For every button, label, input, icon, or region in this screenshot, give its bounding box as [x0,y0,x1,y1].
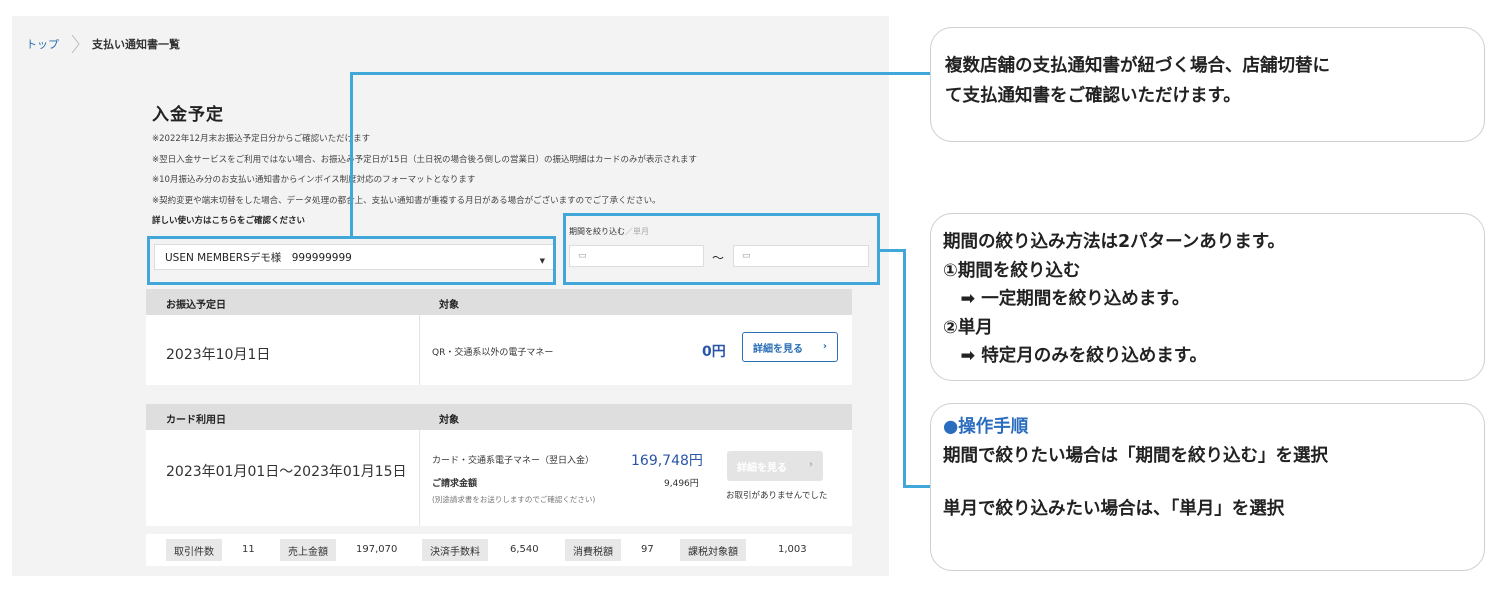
stat-label: 消費税額 [565,539,621,561]
stat-label: 決済手数料 [422,539,488,561]
note-item: ※10月振込み分のお支払い通知書からインボイス制度対応のフォーマットとなります [152,175,476,185]
usage-date-range: 2023年01月01日～2023年01月15日 [166,464,407,480]
connector-line [350,72,930,75]
chevron-right-icon: › [822,341,827,352]
callout-line: 期間で絞りたい場合は「期間を絞り込む」を選択 [943,446,1328,466]
breadcrumb-current: 支払い通知書一覧 [92,38,180,51]
card-body: 2023年01月01日～2023年01月15日 カード・交通系電子マネー（翌日入… [146,430,852,526]
callout-line: ②単月 [943,317,993,338]
callout-line: ➡ 特定月のみを絞り込めます。 [943,346,1208,366]
stat-label: 課税対象額 [680,539,746,561]
note-item: ※翌日入金サービスをご利用ではない場合、お振込み予定日が15日（土日祝の場合後ろ… [152,154,697,165]
billing-note: (別途請求書をお送りしますのでご確認ください) [432,495,596,504]
card-usage-card: カード利用日 対象 2023年01月01日～2023年01月15日 カード・交通… [146,404,852,526]
stat-label: 取引件数 [166,539,222,561]
stats-bar: 取引件数 11 売上金額 197,070 決済手数料 6,540 消費税額 97… [146,534,852,566]
store-select-highlight [147,236,556,285]
callout-line: 単月で絞り込みたい場合は、「単月」を選択 [943,499,1285,519]
column-divider [419,315,420,385]
breadcrumb-home-link[interactable]: トップ [26,36,59,52]
page-title: 入金予定 [152,105,224,125]
callout-line: 期間の絞り込み方法は2パターンあります。 [943,232,1286,252]
card-header: カード利用日 対象 [146,404,852,430]
stat-value: 6,540 [510,544,539,555]
steps-callout: ●操作手順 期間で絞りたい場合は「期間を絞り込む」を選択 単月で絞り込みたい場合… [930,403,1485,571]
stat-value: 97 [641,544,654,555]
button-label: 詳細を見る [737,462,787,474]
callout-line: ①期間を絞り込む [943,260,1081,281]
stat-label: 売上金額 [280,539,336,561]
column-header: 対象 [439,415,459,426]
column-divider [419,430,420,526]
connector-line [903,249,906,487]
transfer-date: 2023年10月1日 [166,347,271,363]
period-filter-highlight [563,213,880,285]
store-switch-callout: 複数店舗の支払通知書が紐づく場合、店舗切替に て支払通知書をご確認いただけます。 [930,27,1485,142]
app-screenshot: トップ 支払い通知書一覧 入金予定 ※2022年12月末お振込予定日分からご確認… [12,16,889,576]
transfer-schedule-card: お振込予定日 対象 2023年10月1日 QR・交通系以外の電子マネー 0円 詳… [146,289,852,385]
column-header: カード利用日 [166,415,226,426]
stat-value: 197,070 [356,544,398,555]
no-transactions-text: お取引がありませんでした [726,491,828,501]
callout-line: て支払通知書をご確認いただけます。 [945,86,1241,106]
connector-line [903,485,930,488]
button-label: 詳細を見る [753,343,803,355]
stat-value: 1,003 [778,544,807,555]
view-details-button-disabled: 詳細を見る › [727,451,823,481]
billing-label: ご請求金額 [432,479,478,489]
billing-amount: 9,496円 [664,479,699,489]
note-item: ※2022年12月末お振込予定日分からご確認いただけます [152,134,371,144]
usage-target: カード・交通系電子マネー（翌日入金） [432,456,595,466]
connector-line [350,72,353,236]
card-body: 2023年10月1日 QR・交通系以外の電子マネー 0円 詳細を見る › [146,315,852,385]
note-item: ※契約変更や端末切替をした場合、データ処理の都合上、支払い通知書が重複する月日が… [152,195,661,206]
callout-line: 複数店舗の支払通知書が紐づく場合、店舗切替に [945,56,1330,76]
steps-title: ●操作手順 [943,417,1029,437]
transfer-target: QR・交通系以外の電子マネー [432,348,554,358]
card-header: お振込予定日 対象 [146,289,852,315]
column-header: お振込予定日 [166,300,226,311]
breadcrumb: トップ 支払い通知書一覧 [26,34,180,54]
callout-line: ➡ 一定期間を絞り込めます。 [943,289,1190,309]
view-details-button[interactable]: 詳細を見る › [742,332,838,362]
column-header: 対象 [439,300,459,311]
breadcrumb-separator-icon [71,34,80,54]
connector-line [880,249,905,252]
usage-amount: 169,748円 [631,453,703,469]
period-pattern-callout: 期間の絞り込み方法は2パターンあります。 ①期間を絞り込む ➡ 一定期間を絞り込… [930,213,1485,381]
chevron-right-icon: › [808,459,813,470]
transfer-amount: 0円 [702,344,726,360]
stat-value: 11 [242,544,255,555]
